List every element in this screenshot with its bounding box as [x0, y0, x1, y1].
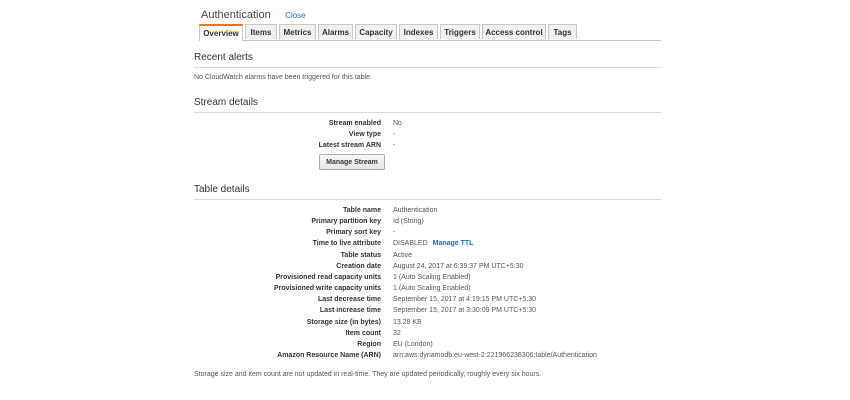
ttl-attribute-value-row: DISABLED Manage TTL	[393, 240, 473, 247]
region-label: Region	[357, 341, 381, 348]
tab-tags[interactable]: Tags	[548, 24, 577, 39]
arn-value: arn:aws:dynamodb:eu-west-2:221966236306:…	[393, 352, 597, 359]
read-capacity-value: 1 (Auto Scaling Enabled)	[393, 274, 471, 281]
table-details-footnote: Storage size and item count are not upda…	[194, 371, 542, 378]
tab-access-control[interactable]: Access control	[482, 24, 546, 39]
storage-size-label: Storage size (in bytes)	[306, 319, 381, 326]
recent-alerts-title: Recent alerts	[194, 52, 253, 63]
close-link[interactable]: Close	[285, 11, 305, 20]
write-capacity-value: 1 (Auto Scaling Enabled)	[393, 285, 471, 292]
tab-items[interactable]: Items	[245, 24, 277, 39]
item-count-value: 32	[393, 330, 401, 337]
arn-label: Amazon Resource Name (ARN)	[277, 352, 381, 359]
stream-enabled-label: Stream enabled	[328, 120, 381, 127]
stream-details-divider	[194, 112, 661, 113]
manage-ttl-link[interactable]: Manage TTL	[433, 240, 474, 247]
table-name-value: Authentication	[393, 207, 438, 214]
tab-overview[interactable]: Overview	[199, 24, 243, 41]
table-details-divider	[194, 199, 661, 200]
tab-indexes[interactable]: Indexes	[399, 24, 438, 39]
table-details-title: Table details	[194, 184, 250, 195]
storage-size-value: 13.28 KB	[393, 319, 422, 326]
last-increase-label: Last increase time	[319, 307, 381, 314]
recent-alerts-message: No CloudWatch alarms have been triggered…	[194, 74, 372, 81]
table-status-label: Table status	[340, 252, 381, 259]
last-decrease-value: September 15, 2017 at 4:19:15 PM UTC+5:3…	[393, 296, 537, 303]
tab-alarms[interactable]: Alarms	[318, 24, 353, 39]
stream-details-title: Stream details	[194, 97, 258, 108]
latest-stream-arn-value: -	[393, 142, 396, 149]
tab-bar: Overview Items Metrics Alarms Capacity I…	[199, 24, 661, 41]
ttl-attribute-label: Time to live attribute	[312, 240, 381, 247]
stream-enabled-value: No	[393, 120, 402, 127]
table-status-value: Active	[393, 252, 413, 259]
page-header: Authentication Close	[201, 5, 306, 25]
last-decrease-label: Last decrease time	[317, 296, 381, 303]
partition-key-label: Primary partition key	[311, 218, 381, 225]
creation-date-label: Creation date	[336, 263, 381, 270]
table-name-label: Table name	[343, 207, 381, 214]
view-type-label: View type	[348, 131, 381, 138]
tab-metrics[interactable]: Metrics	[279, 24, 316, 39]
latest-stream-arn-label: Latest stream ARN	[318, 142, 381, 149]
recent-alerts-divider	[194, 67, 661, 68]
sort-key-value: -	[393, 229, 396, 236]
tab-triggers[interactable]: Triggers	[440, 24, 480, 39]
manage-stream-button[interactable]: Manage Stream	[319, 154, 385, 170]
write-capacity-label: Provisioned write capacity units	[274, 285, 381, 292]
creation-date-value: August 24, 2017 at 6:39:37 PM UTC+5:30	[393, 263, 524, 270]
item-count-label: Item count	[345, 330, 381, 337]
ttl-status-value: DISABLED	[393, 240, 428, 247]
sort-key-label: Primary sort key	[326, 229, 381, 236]
view-type-value: -	[393, 131, 396, 138]
partition-key-value: Id (String)	[393, 218, 424, 225]
last-increase-value: September 15, 2017 at 3:30:09 PM UTC+5:3…	[393, 307, 537, 314]
tab-capacity[interactable]: Capacity	[355, 24, 397, 39]
page-title: Authentication	[201, 9, 271, 21]
region-value: EU (London)	[393, 341, 433, 348]
read-capacity-label: Provisioned read capacity units	[275, 274, 381, 281]
